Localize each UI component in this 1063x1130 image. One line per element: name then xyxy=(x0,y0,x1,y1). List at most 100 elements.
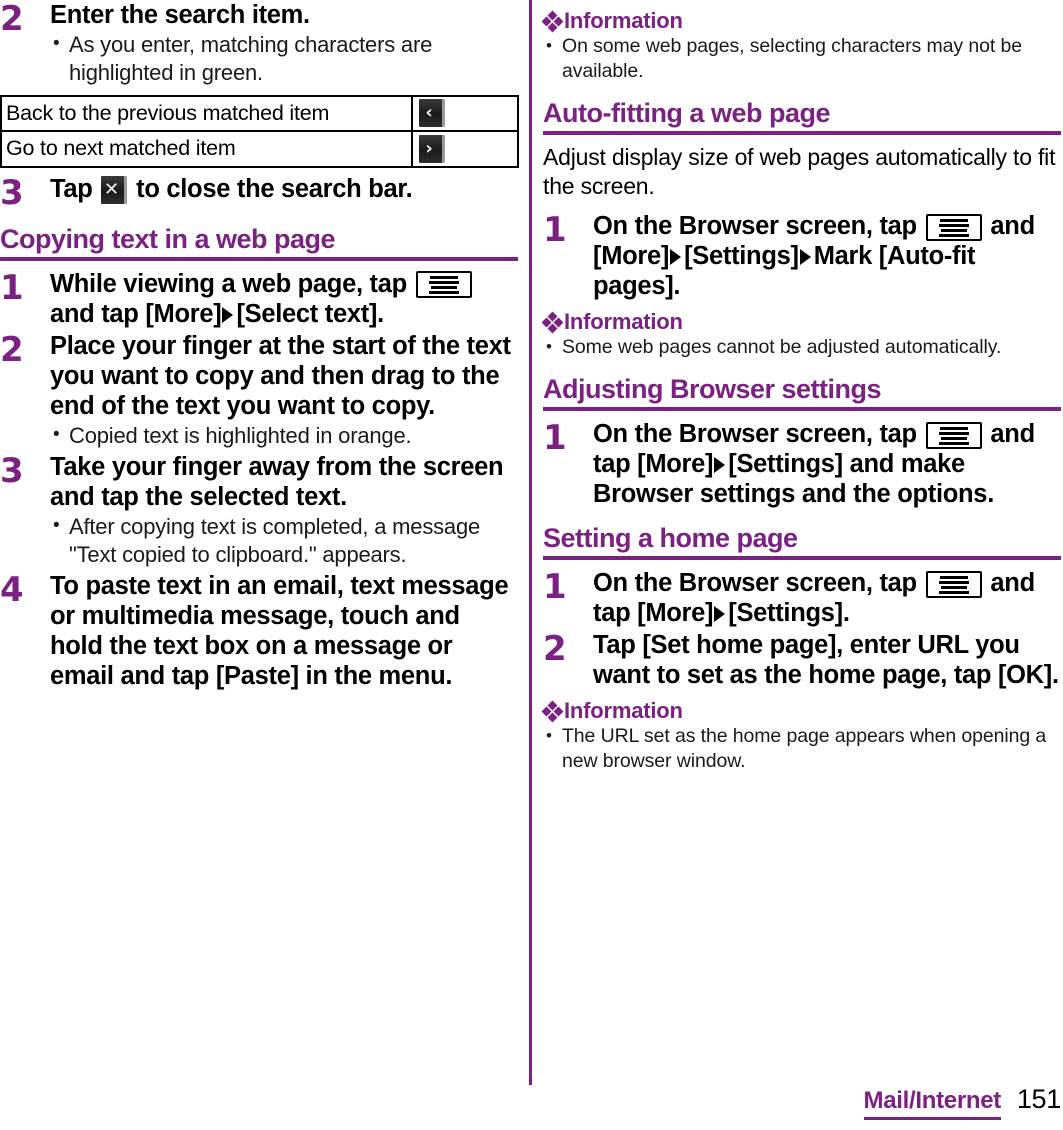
step-close-search-bar: 3 Tap ✕ to close the search bar. xyxy=(0,174,518,210)
step-number: 1 xyxy=(0,267,24,308)
step-text-part: On the Browser screen, tap xyxy=(593,569,917,597)
step-text-part: Tap xyxy=(50,174,93,203)
list-item: Copied text is highlighted in orange. xyxy=(50,421,518,450)
menu-key-icon[interactable] xyxy=(925,421,982,449)
arrow-right-icon xyxy=(714,606,726,622)
menu-bar-line xyxy=(430,286,457,290)
step-number: 3 xyxy=(0,172,24,213)
step-text-part: [Settings]. xyxy=(728,599,850,627)
chevron-left-key-icon[interactable]: ‹ xyxy=(419,99,445,128)
arrow-right-icon xyxy=(670,249,682,265)
footer-page-number: 151 xyxy=(1016,1084,1061,1114)
step-body: Tap ✕ to close the search bar. xyxy=(50,174,518,204)
list-item: The URL set as the home page appears whe… xyxy=(543,723,1061,774)
diamond-ornament-icon xyxy=(541,700,564,722)
information-heading: Information xyxy=(541,309,1061,335)
step-body: Tap [Set home page], enter URL you want … xyxy=(593,630,1061,690)
step-take-finger-away: 3 Take your finger away from the screen … xyxy=(0,452,518,569)
section-paragraph: Adjust display size of web pages automat… xyxy=(543,144,1056,199)
step-body: Enter the search item. As you enter, mat… xyxy=(50,0,518,87)
step-text-part: [Settings] xyxy=(684,242,799,270)
chevron-right-key-icon[interactable]: › xyxy=(419,134,445,163)
step-set-home-page-url: 2 Tap [Set home page], enter URL you wan… xyxy=(543,630,1061,690)
column-divider xyxy=(529,0,532,1085)
section-heading-auto-fitting: Auto-fitting a web page xyxy=(543,98,1061,135)
step-body: While viewing a web page, tap and tap [M… xyxy=(50,269,518,329)
step-body: On the Browser screen, tap and tap [More… xyxy=(593,568,1061,628)
information-bullet-list: The URL set as the home page appears whe… xyxy=(543,723,1061,774)
step-number: 2 xyxy=(0,0,24,39)
menu-key-icon[interactable] xyxy=(925,570,982,598)
step-bullet-list: After copying text is completed, a messa… xyxy=(50,512,518,569)
list-item: Some web pages cannot be adjusted automa… xyxy=(543,334,1061,360)
step-text-part: and tap [More] xyxy=(50,299,222,328)
step-text-part: While viewing a web page, tap xyxy=(50,269,407,298)
section-heading-setting-home-page: Setting a home page xyxy=(543,523,1061,560)
menu-key-icon[interactable] xyxy=(415,271,472,299)
arrow-right-icon xyxy=(222,306,234,323)
step-auto-fit-pages: 1 On the Browser screen, tap and [More][… xyxy=(543,211,1061,301)
step-body: To paste text in an email, text message … xyxy=(50,571,518,691)
diamond-ornament-icon xyxy=(541,311,564,333)
step-text-part: to close the search bar. xyxy=(136,174,413,203)
table-cell-label: Back to the previous matched item xyxy=(0,94,413,133)
step-select-text: 1 While viewing a web page, tap and tap … xyxy=(0,269,518,329)
section-heading-copying-text: Copying text in a web page xyxy=(0,224,518,261)
close-x-glyph: ✕ xyxy=(103,178,119,200)
step-title: Tap [Set home page], enter URL you want … xyxy=(593,631,1059,689)
step-text-part: On the Browser screen, tap xyxy=(593,212,917,240)
table-cell-icon: › xyxy=(411,130,519,168)
information-bullet-list: On some web pages, selecting characters … xyxy=(543,33,1061,84)
step-open-settings: 1 On the Browser screen, tap and tap [Mo… xyxy=(543,568,1061,628)
footer-chapter-label: Mail/Internet xyxy=(863,1087,1001,1120)
step-title: Tap ✕ to close the search bar. xyxy=(50,174,518,204)
menu-bar-line xyxy=(428,281,459,285)
close-x-key-icon[interactable]: ✕ xyxy=(101,175,128,204)
step-title: Place your finger at the start of the te… xyxy=(50,331,511,420)
chevron-right-glyph: › xyxy=(425,137,433,159)
step-number: 1 xyxy=(543,210,567,250)
information-label: Information xyxy=(564,309,683,334)
two-column-layout: 2 Enter the search item. As you enter, m… xyxy=(0,0,1063,1085)
arrow-right-icon xyxy=(714,457,726,473)
list-item: On some web pages, selecting characters … xyxy=(543,33,1061,84)
step-bullet-list: As you enter, matching characters are hi… xyxy=(50,30,518,87)
diamond-ornament-icon xyxy=(541,10,564,32)
page-footer: Mail/Internet 151 xyxy=(0,1084,1063,1120)
right-column: Information On some web pages, selecting… xyxy=(541,0,1061,774)
step-body: Place your finger at the start of the te… xyxy=(50,331,518,450)
step-body: Take your finger away from the screen an… xyxy=(50,452,518,569)
menu-bar-line xyxy=(428,291,459,295)
step-number: 3 xyxy=(0,450,24,491)
step-body: On the Browser screen, tap and [More] [Se… xyxy=(593,211,1061,301)
section-heading-adjusting-browser-settings: Adjusting Browser settings xyxy=(543,374,1061,411)
table-cell-label: Go to next matched item xyxy=(0,130,413,168)
step-text-part: [Select text]. xyxy=(236,299,384,328)
step-enter-search-item: 2 Enter the search item. As you enter, m… xyxy=(0,0,518,87)
step-paste-text: 4 To paste text in an email, text messag… xyxy=(0,571,518,691)
menu-key-icon[interactable] xyxy=(925,213,982,241)
table-cell-icon: ‹ xyxy=(411,94,519,133)
left-column: 2 Enter the search item. As you enter, m… xyxy=(0,0,519,693)
list-item: As you enter, matching characters are hi… xyxy=(50,30,518,87)
step-title: On the Browser screen, tap and [More] [Se… xyxy=(593,211,1061,301)
chevron-left-glyph: ‹ xyxy=(425,102,433,124)
step-body: On the Browser screen, tap and tap [More… xyxy=(593,419,1061,509)
step-place-finger: 2 Place your finger at the start of the … xyxy=(0,331,518,450)
arrow-right-icon xyxy=(799,249,811,265)
step-title: To paste text in an email, text message … xyxy=(50,571,509,690)
step-title: On the Browser screen, tap and tap [More… xyxy=(593,419,1061,509)
step-number: 1 xyxy=(543,567,567,607)
step-browser-settings: 1 On the Browser screen, tap and tap [Mo… xyxy=(543,419,1061,509)
information-label: Information xyxy=(564,698,683,723)
step-bullet-list: Copied text is highlighted in orange. xyxy=(50,421,518,450)
manual-page: 2 Enter the search item. As you enter, m… xyxy=(0,0,1063,1130)
step-number: 1 xyxy=(543,418,567,458)
search-bar-key-table: Back to the previous matched item ‹ Go t… xyxy=(0,94,519,168)
information-label: Information xyxy=(564,8,683,33)
information-heading: Information xyxy=(541,8,1061,34)
step-title: Enter the search item. xyxy=(50,1,310,29)
table-row: Back to the previous matched item ‹ xyxy=(0,94,519,133)
step-title: On the Browser screen, tap and tap [More… xyxy=(593,568,1061,628)
step-number: 2 xyxy=(543,629,567,669)
